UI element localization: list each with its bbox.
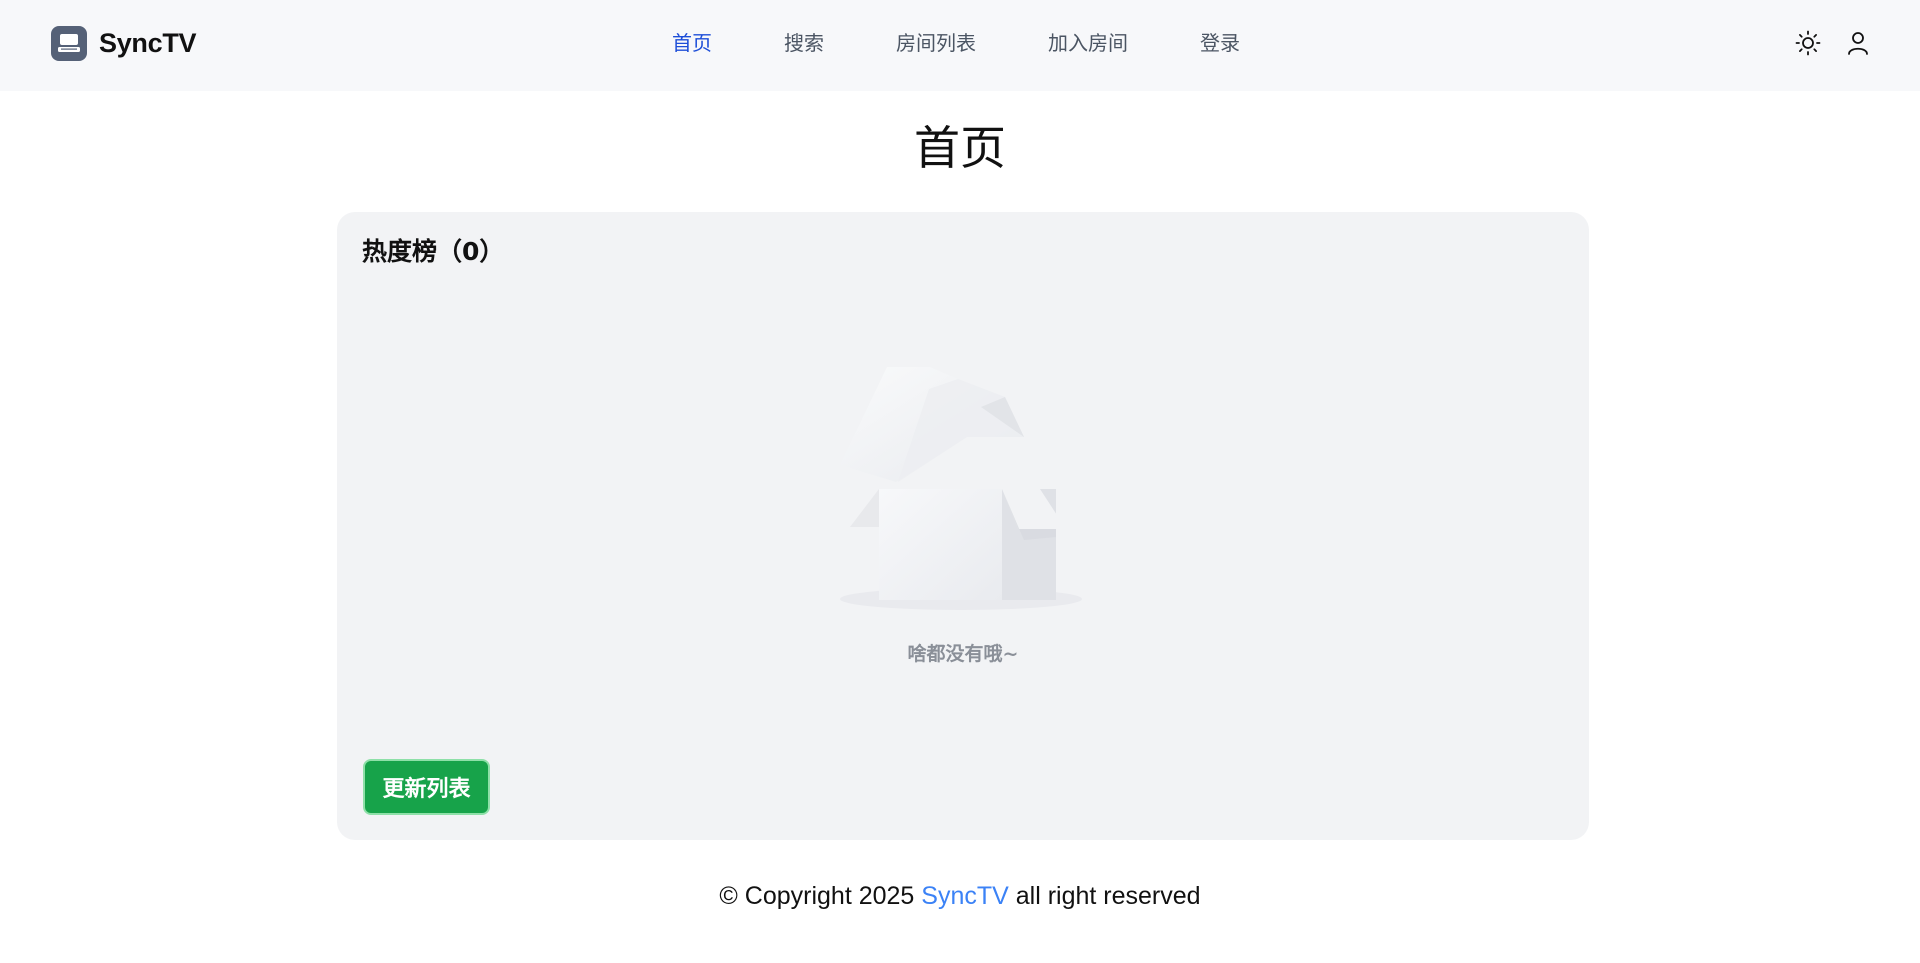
footer-copyright: © Copyright 2025: [719, 882, 915, 910]
nav-search[interactable]: 搜索: [784, 28, 824, 58]
footer-synctv-link[interactable]: SyncTV: [921, 882, 1009, 910]
tv-icon: [51, 26, 87, 61]
nav-join-room[interactable]: 加入房间: [1048, 28, 1128, 58]
footer-rights: all right reserved: [1015, 882, 1201, 910]
nav-room-list[interactable]: 房间列表: [896, 28, 976, 58]
hot-list-card: 热度榜（0） 啥都没有哦~ 更新列表: [337, 212, 1589, 840]
user-icon[interactable]: [1844, 29, 1872, 57]
refresh-list-button[interactable]: 更新列表: [363, 759, 490, 815]
empty-box-icon: [840, 367, 1090, 627]
footer: © Copyright 2025 SyncTV all right reserv…: [0, 876, 1920, 916]
top-navbar: SyncTV 首页 搜索 房间列表 加入房间 登录: [0, 0, 1920, 91]
header-actions: [1794, 29, 1872, 57]
brand-name: SyncTV: [99, 28, 197, 58]
hot-list-title: 热度榜（0）: [362, 237, 505, 266]
brand-link[interactable]: SyncTV: [51, 26, 197, 61]
sun-icon[interactable]: [1794, 29, 1822, 57]
empty-message: 啥都没有哦~: [907, 643, 1019, 665]
nav-home[interactable]: 首页: [672, 28, 712, 58]
page-title: 首页: [914, 121, 1006, 175]
nav-login[interactable]: 登录: [1200, 28, 1240, 58]
main-nav: 首页 搜索 房间列表 加入房间 登录: [672, 28, 1240, 58]
